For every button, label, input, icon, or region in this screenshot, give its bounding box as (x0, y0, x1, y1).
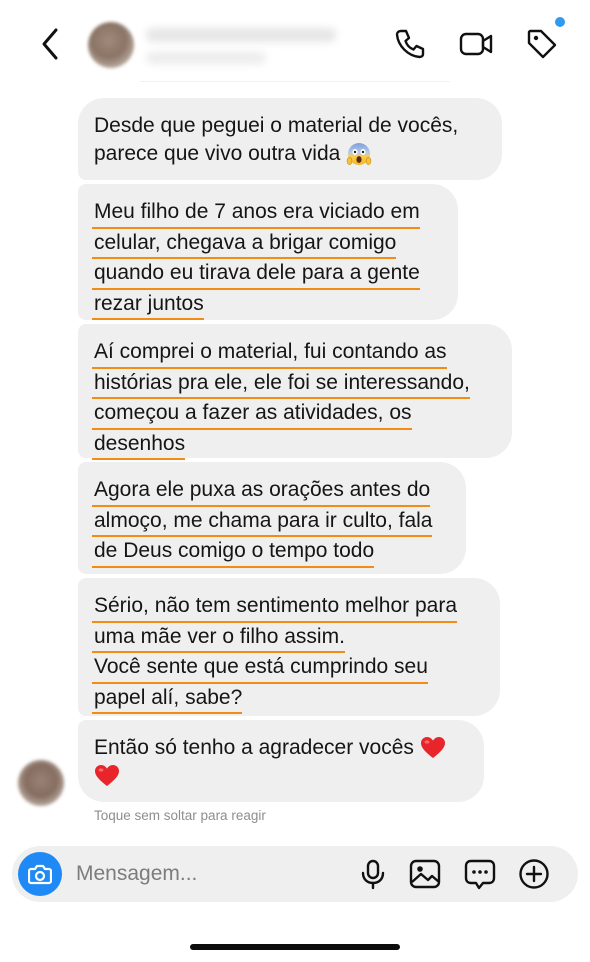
message-line: parece que vivo outra vida (94, 140, 486, 168)
message-composer (12, 846, 578, 902)
underlined-text: quando eu tirava dele para a gente (92, 259, 420, 290)
underlined-text: desenhos (92, 430, 186, 460)
underlined-text: histórias pra ele, ele foi se interessan… (92, 369, 470, 399)
phone-icon[interactable] (392, 26, 428, 62)
message-bubble[interactable]: Aí comprei o material, fui contando as h… (78, 324, 512, 460)
sticker-icon[interactable] (464, 858, 496, 890)
home-indicator[interactable] (190, 944, 400, 950)
screaming-face-emoji-icon (346, 142, 372, 165)
react-hint: Toque sem soltar para reagir (94, 808, 266, 823)
microphone-icon[interactable] (357, 858, 389, 890)
underlined-text: uma mãe ver o filho assim. (92, 623, 345, 653)
underlined-text: papel alí, sabe? (92, 684, 243, 714)
contact-username-blurred (146, 52, 266, 64)
message-line: Então só tenho a agradecer vocês (94, 736, 414, 759)
underlined-text: Aí comprei o material, fui contando as (92, 338, 447, 369)
underlined-text: começou a fazer as atividades, os (92, 399, 412, 430)
underlined-text: Você sente que está cumprindo seu (92, 653, 428, 684)
contact-name-blurred[interactable] (146, 28, 336, 42)
video-camera-icon[interactable] (458, 26, 494, 62)
message-input[interactable] (76, 856, 336, 892)
plus-icon[interactable] (518, 858, 550, 890)
chevron-left-icon[interactable] (36, 26, 66, 62)
underlined-text: almoço, me chama para ir culto, fala (92, 507, 433, 537)
message-bubble[interactable]: Então só tenho a agradecer vocês (78, 720, 484, 802)
red-heart-emoji-icon (95, 764, 119, 786)
camera-icon (28, 864, 52, 885)
contact-avatar[interactable] (88, 22, 134, 68)
sender-avatar[interactable] (18, 760, 64, 806)
notification-dot (555, 17, 565, 27)
tag-icon[interactable] (524, 26, 560, 62)
message-line: Desde que peguei o material de vocês, (94, 114, 459, 137)
message-bubble[interactable]: Desde que peguei o material de vocês, pa… (78, 98, 502, 180)
underlined-text: Meu filho de 7 anos era viciado em (92, 198, 420, 229)
chat-header (0, 0, 590, 82)
underlined-text: Agora ele puxa as orações antes do (92, 476, 431, 507)
underlined-text: de Deus comigo o tempo todo (92, 537, 375, 568)
header-divider (140, 81, 450, 82)
red-heart-emoji-icon (420, 737, 445, 759)
underlined-text: rezar juntos (92, 290, 204, 320)
underlined-text: Sério, não tem sentimento melhor para (92, 592, 458, 623)
camera-button[interactable] (18, 852, 62, 896)
message-bubble[interactable]: Agora ele puxa as orações antes do almoç… (78, 462, 466, 574)
gallery-icon[interactable] (409, 858, 441, 890)
message-bubble[interactable]: Meu filho de 7 anos era viciado em celul… (78, 184, 458, 320)
message-bubble[interactable]: Sério, não tem sentimento melhor para um… (78, 578, 500, 716)
underlined-text: celular, chegava a brigar comigo (92, 229, 397, 259)
